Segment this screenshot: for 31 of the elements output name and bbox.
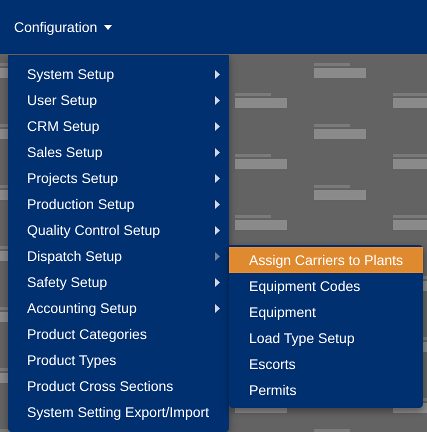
submenu-item[interactable]: Load Type Setup <box>229 325 423 351</box>
caret-icon <box>215 304 220 312</box>
caret-icon <box>215 96 220 104</box>
submenu-item[interactable]: Permits <box>229 377 423 403</box>
menu-item[interactable]: System Setup <box>27 66 114 82</box>
menu-item[interactable]: Production Setup <box>27 196 134 212</box>
menu-item[interactable]: Accounting Setup <box>27 300 137 316</box>
menu-item[interactable]: Product Types <box>27 352 116 368</box>
submenu-item[interactable]: Equipment Codes <box>229 273 423 299</box>
submenu-item[interactable]: Escorts <box>229 351 423 377</box>
caret-icon <box>215 122 220 130</box>
caret-icon <box>215 278 220 286</box>
menu-item[interactable]: Projects Setup <box>27 170 118 186</box>
menu-item[interactable]: User Setup <box>27 92 98 108</box>
menu-item[interactable]: Product Cross Sections <box>27 378 174 394</box>
menu-item[interactable]: Safety Setup <box>27 274 108 290</box>
caret-icon <box>215 226 220 234</box>
caret-icon <box>215 252 220 260</box>
caret-icon <box>215 174 220 182</box>
caret-icon <box>104 24 112 30</box>
caret-icon <box>215 148 220 156</box>
submenu-item[interactable]: Equipment <box>229 299 423 325</box>
menu-item[interactable]: Quality Control Setup <box>27 222 160 238</box>
caret-icon <box>215 70 220 78</box>
menu-item[interactable]: Sales Setup <box>27 144 102 160</box>
configuration-menu-button[interactable]: Configuration <box>14 19 112 35</box>
menu-item[interactable]: System Setting Export/Import <box>27 404 210 420</box>
menu-item[interactable]: CRM Setup <box>27 118 100 134</box>
menu-item[interactable]: Dispatch Setup <box>27 248 122 264</box>
menu-item[interactable]: Product Categories <box>27 326 147 342</box>
caret-icon <box>215 200 220 208</box>
